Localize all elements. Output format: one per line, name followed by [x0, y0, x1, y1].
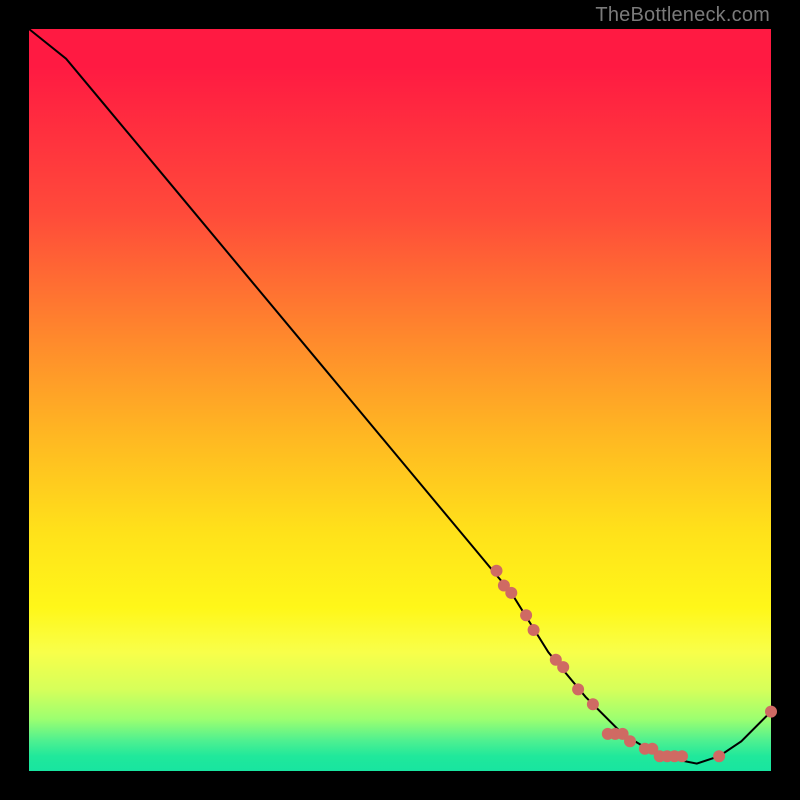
- marker-dot: [528, 624, 540, 636]
- marker-dot: [505, 587, 517, 599]
- bottleneck-curve: [29, 29, 771, 764]
- marker-dot: [765, 706, 777, 718]
- credit-watermark: TheBottleneck.com: [595, 4, 770, 27]
- marker-dot: [491, 565, 503, 577]
- marker-dot: [713, 750, 725, 762]
- marker-group: [491, 565, 778, 763]
- marker-dot: [557, 661, 569, 673]
- marker-dot: [676, 750, 688, 762]
- chart-overlay: [29, 29, 771, 771]
- chart-frame: TheBottleneck.com: [0, 0, 800, 800]
- marker-dot: [624, 735, 636, 747]
- marker-dot: [572, 683, 584, 695]
- marker-dot: [520, 609, 532, 621]
- marker-dot: [587, 698, 599, 710]
